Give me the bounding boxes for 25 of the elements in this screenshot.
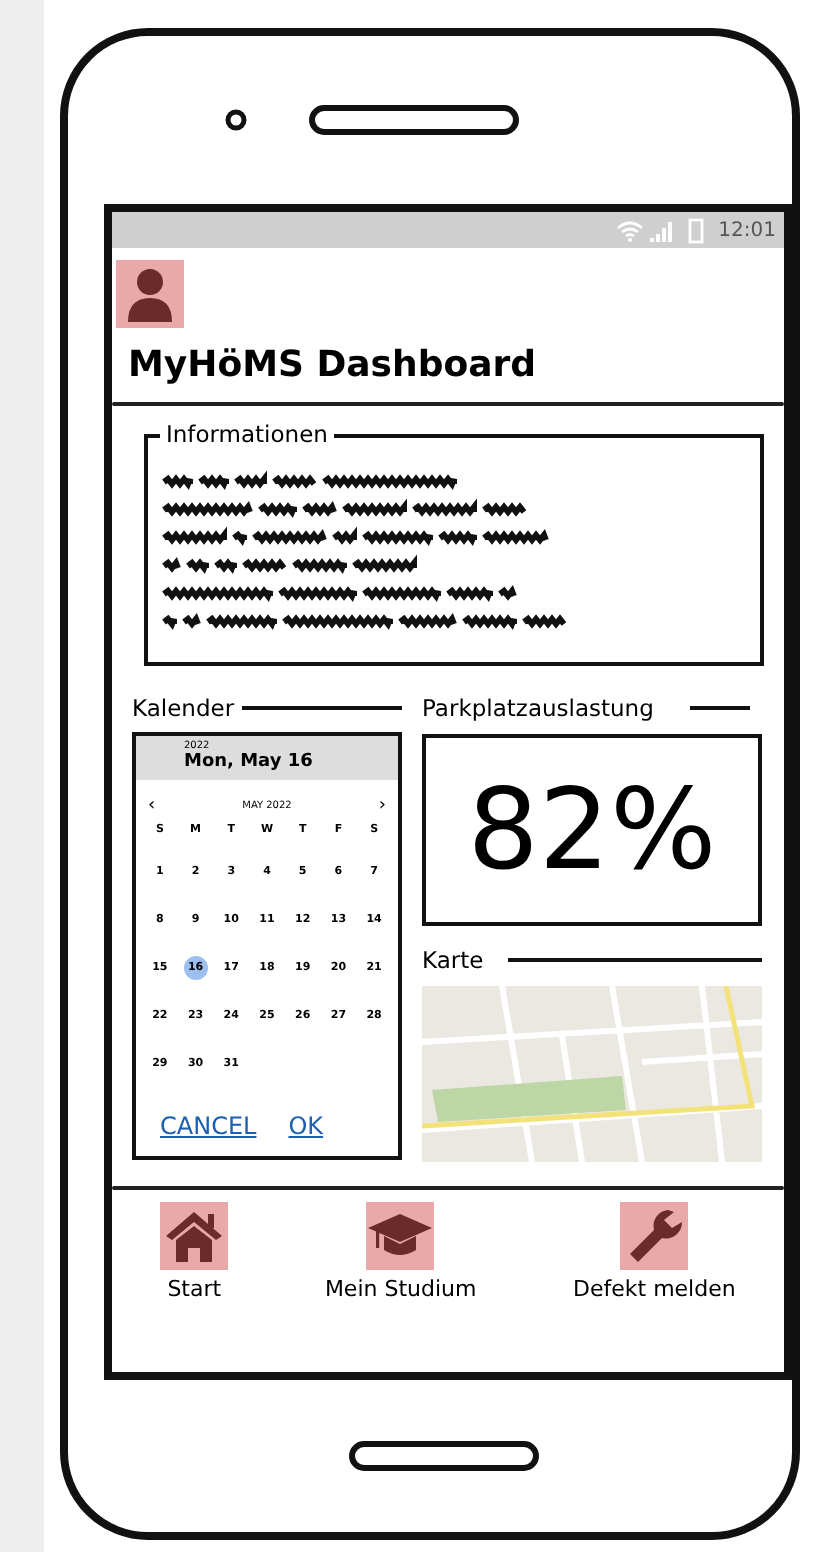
parking-label: Parkplatzauslastung [422, 694, 654, 722]
signal-icon [650, 219, 675, 241]
graduation-cap-icon [366, 1202, 435, 1270]
info-label: Informationen [160, 420, 334, 448]
ok-button[interactable]: OK [288, 1112, 324, 1140]
battery-icon [688, 217, 705, 243]
next-month-button[interactable]: › [378, 796, 386, 816]
camera-icon [224, 108, 248, 132]
parking-percentage: 82% [422, 734, 762, 926]
status-time: 12:01 [718, 219, 776, 241]
map-label: Karte [422, 946, 484, 974]
previous-month-button[interactable]: ‹ [148, 796, 156, 816]
nav-tab[interactable]: Mein Studium [324, 1202, 477, 1302]
selected-date: Mon, May 16 [184, 752, 315, 772]
speaker-icon [308, 104, 520, 136]
wrench-icon [620, 1202, 689, 1270]
calendar-label: Kalender [132, 694, 235, 722]
wifi-icon [616, 219, 645, 241]
home-button-icon [348, 1440, 540, 1472]
nav-tab[interactable]: Start [160, 1202, 229, 1302]
avatar-icon[interactable] [116, 260, 184, 328]
home-icon [160, 1202, 229, 1270]
nav-tab[interactable]: Defekt melden [573, 1202, 736, 1302]
dashboard-title: MyHöMS Dashboard [128, 344, 538, 386]
cancel-button[interactable]: CANCEL [160, 1112, 257, 1140]
